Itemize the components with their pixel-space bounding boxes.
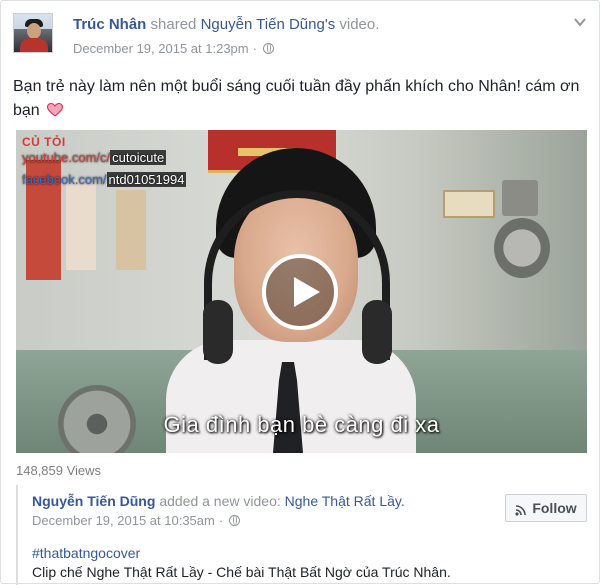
chevron-down-icon[interactable] <box>573 15 587 29</box>
hashtag-link[interactable]: #thatbatngocover <box>32 545 140 561</box>
video-mirror <box>494 218 550 278</box>
share-action-text: shared <box>150 16 197 33</box>
shared-description: Clip chế Nghe Thật Rất Lầy - Chế bài Thậ… <box>32 564 451 580</box>
post-meta: December 19, 2015 at 1:23pm · <box>73 41 274 56</box>
watermark-youtube-name: cutoicute <box>110 150 167 165</box>
video-outlet <box>443 190 495 218</box>
post-text: Bạn trẻ này làm nên một buổi sáng cuối t… <box>13 75 589 123</box>
video-poster <box>66 180 96 270</box>
video-poster <box>116 190 146 270</box>
shared-video-title-link[interactable]: Nghe Thật Rất Lầy. <box>285 493 405 509</box>
post-message: Bạn trẻ này làm nên một buổi sáng cuối t… <box>13 78 580 119</box>
watermark-facebook: facebook.com/ntd01051994 <box>22 172 187 187</box>
video-outlet <box>502 180 538 216</box>
post-header: Trúc Nhân shared Nguyễn Tiến Dũng's vide… <box>73 16 379 33</box>
follow-label: Follow <box>532 500 577 516</box>
watermark-title: CỦ TỎI <box>22 135 66 149</box>
avatar-shirt <box>20 38 48 52</box>
avatar-face <box>27 23 41 39</box>
shared-timestamp[interactable]: December 19, 2015 at 10:35am <box>32 513 215 528</box>
author-avatar[interactable] <box>13 13 53 53</box>
shared-meta: December 19, 2015 at 10:35am · <box>32 513 241 528</box>
video-headset-ear <box>203 300 233 364</box>
heart-icon <box>47 101 64 117</box>
video-headset-ear <box>362 300 392 364</box>
shared-meta-separator: · <box>218 513 224 528</box>
meta-separator: · <box>252 41 257 56</box>
shared-post: Nguyễn Tiến Dũng added a new video: Nghe… <box>16 485 587 585</box>
rss-icon <box>515 503 527 516</box>
watermark-youtube: youtube.com/c/cutoicute <box>22 150 167 165</box>
globe-icon[interactable] <box>229 515 241 526</box>
view-count: 148,859 Views <box>16 463 102 478</box>
play-icon[interactable] <box>262 254 338 330</box>
shared-action-text: added a new video: <box>159 493 281 509</box>
post-timestamp[interactable]: December 19, 2015 at 1:23pm <box>73 41 249 56</box>
shared-type-text: video. <box>339 16 380 33</box>
video-player[interactable]: CỦ TỎI youtube.com/c/cutoicute facebook.… <box>16 130 587 453</box>
author-name-link[interactable]: Trúc Nhân <box>73 16 146 33</box>
watermark-youtube-prefix: youtube.com/c/ <box>22 150 111 165</box>
globe-icon[interactable] <box>262 43 274 54</box>
shared-header: Nguyễn Tiến Dũng added a new video: Nghe… <box>32 493 405 509</box>
watermark-facebook-prefix: facebook.com/ <box>22 172 107 187</box>
shared-author-link[interactable]: Nguyễn Tiến Dũng <box>32 493 155 509</box>
post-card: Trúc Nhân shared Nguyễn Tiến Dũng's vide… <box>0 0 600 585</box>
shared-owner-link[interactable]: Nguyễn Tiến Dũng's <box>201 16 336 33</box>
follow-button[interactable]: Follow <box>505 494 587 522</box>
watermark-facebook-name: ntd01051994 <box>106 172 187 187</box>
video-subtitle: Gia đình bạn bè càng đi xa <box>163 412 440 437</box>
